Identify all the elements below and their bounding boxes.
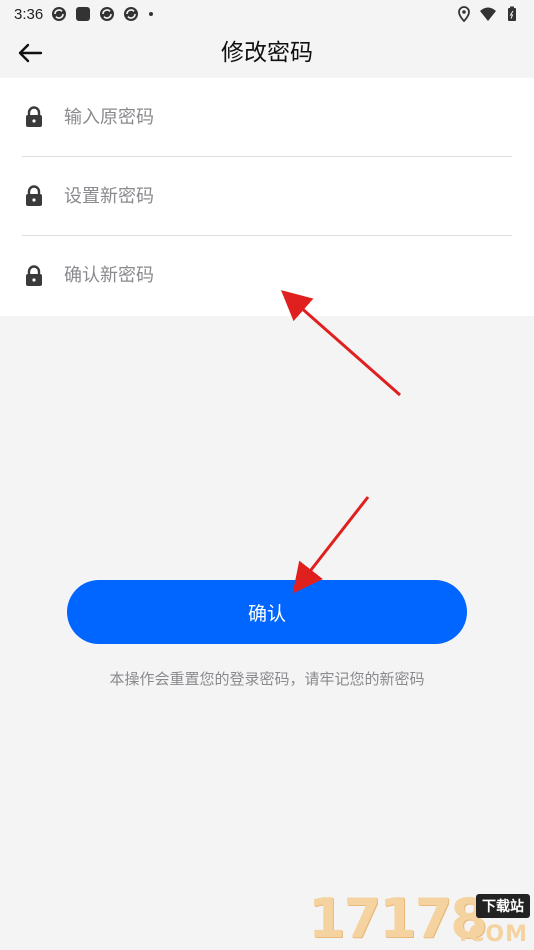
annotation-arrow-lower [292, 496, 370, 594]
sync-icon [124, 7, 139, 21]
status-left: 3:36 [14, 5, 154, 23]
status-right [456, 6, 520, 22]
battery-icon [508, 6, 516, 21]
lock-icon [26, 264, 42, 286]
app-bar: 修改密码 [0, 28, 534, 78]
old-password-row [22, 78, 512, 157]
page-title: 修改密码 [221, 40, 313, 66]
confirm-button[interactable]: 确认 [67, 580, 467, 644]
wifi-icon [480, 7, 496, 21]
confirm-password-row [22, 236, 512, 315]
status-bar: 3:36 [0, 0, 534, 28]
status-time: 3:36 [14, 5, 44, 23]
new-password-input[interactable] [64, 176, 464, 216]
confirm-password-input[interactable] [64, 255, 464, 296]
hint-text: 本操作会重置您的登录密码，请牢记您的新密码 [109, 670, 425, 688]
sync-icon [52, 7, 67, 21]
watermark-logo: 17178 下载站 .COM [308, 888, 534, 950]
password-form [0, 78, 534, 316]
new-password-row [22, 157, 512, 236]
lock-icon [26, 106, 42, 127]
lock-icon [26, 185, 42, 206]
old-password-input[interactable] [64, 97, 464, 137]
dot-icon [149, 12, 154, 16]
app-square-icon [76, 7, 91, 21]
watermark-tag: 下载站 [476, 894, 530, 918]
location-icon [458, 6, 470, 22]
watermark-suffix: .COM [458, 922, 528, 947]
sync-icon [100, 7, 115, 21]
